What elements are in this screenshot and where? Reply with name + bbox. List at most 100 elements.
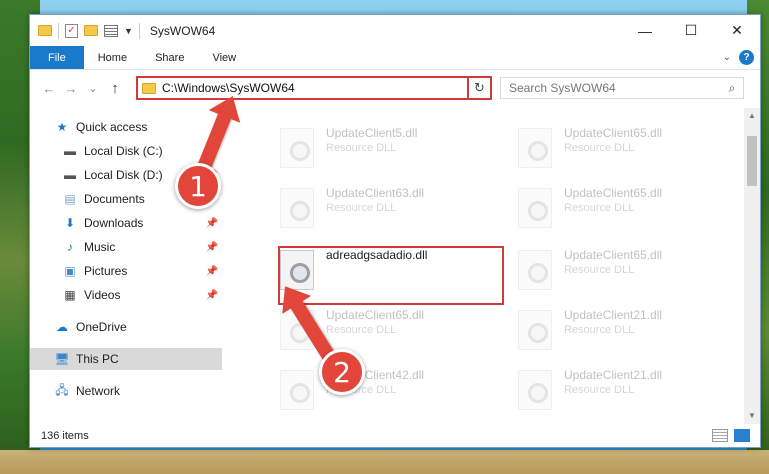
cloud-icon: ☁ xyxy=(56,320,68,334)
file-type: Resource DLL xyxy=(564,324,635,336)
dll-file-icon xyxy=(518,370,552,410)
item-count: 136 items xyxy=(41,430,89,442)
navigation-bar: ← → ⌄ ↑ C:\Windows\SysWOW64 ⌄ ↻ Search S… xyxy=(30,73,760,103)
file-type: Resource DLL xyxy=(564,264,635,276)
list-item[interactable]: UpdateClient5.dll Resource DLL xyxy=(280,124,500,178)
sidebar-item-music[interactable]: ♪ Music 📌 xyxy=(30,236,222,258)
properties-icon[interactable] xyxy=(104,24,118,37)
address-bar[interactable]: C:\Windows\SysWOW64 ⌄ xyxy=(136,76,492,100)
toolbar-separator xyxy=(138,22,140,39)
toolbar-separator xyxy=(58,22,59,39)
quick-access-toolbar: ✓ ▼ xyxy=(30,22,140,39)
list-item[interactable]: UpdateClient21.dll Resource DLL xyxy=(518,306,738,360)
dll-file-icon xyxy=(280,128,314,168)
sidebar-item-local-disk-c[interactable]: ▬ Local Disk (C:) 📌 xyxy=(30,140,222,162)
sidebar-item-network[interactable]: 🖧 Network xyxy=(30,380,222,402)
properties-check-icon[interactable]: ✓ xyxy=(65,23,78,38)
sidebar-item-label: OneDrive xyxy=(76,320,127,334)
scroll-down-icon[interactable]: ▼ xyxy=(744,408,760,424)
list-item[interactable]: UpdateClient21.dll Resource DLL xyxy=(518,366,738,420)
step-1-badge: 1 xyxy=(175,163,221,209)
list-item[interactable]: UpdateClient65.dll Resource DLL xyxy=(518,184,738,238)
drive-icon: ▬ xyxy=(64,144,76,158)
folder-icon xyxy=(142,82,156,94)
file-type: Resource DLL xyxy=(326,142,397,154)
file-type: Resource DLL xyxy=(564,142,635,154)
sidebar-item-label: Local Disk (C:) xyxy=(84,144,163,158)
tab-view[interactable]: View xyxy=(198,46,250,69)
details-view-icon[interactable] xyxy=(712,429,728,442)
expand-ribbon-icon[interactable]: ⌄ xyxy=(723,52,731,63)
window-controls: — ☐ ✕ xyxy=(622,15,760,46)
vertical-scrollbar[interactable]: ▲ ▼ xyxy=(744,108,760,424)
star-icon: ★ xyxy=(56,120,68,134)
step-2-badge: 2 xyxy=(319,349,365,395)
scroll-up-icon[interactable]: ▲ xyxy=(744,108,760,124)
folder-icon xyxy=(38,25,52,36)
file-name: UpdateClient5.dll xyxy=(326,126,418,140)
up-button[interactable]: ↑ xyxy=(104,80,126,97)
sidebar-item-onedrive[interactable]: ☁ OneDrive xyxy=(30,316,222,338)
window-title: SysWOW64 xyxy=(149,23,216,38)
file-type: Resource DLL xyxy=(326,202,397,214)
explorer-window: ✓ ▼ SysWOW64 — ☐ ✕ File Home Share View … xyxy=(29,14,761,448)
file-name: UpdateClient65.dll xyxy=(326,308,425,322)
refresh-icon: ↻ xyxy=(474,80,485,95)
sidebar-item-downloads[interactable]: ⬇ Downloads 📌 xyxy=(30,212,222,234)
sidebar-item-pictures[interactable]: ▣ Pictures 📌 xyxy=(30,260,222,282)
file-name: UpdateClient65.dll xyxy=(564,186,663,200)
sidebar-item-label: Network xyxy=(76,384,121,398)
address-path[interactable]: C:\Windows\SysWOW64 xyxy=(162,81,474,95)
list-item[interactable]: UpdateClient65.dll Resource DLL xyxy=(518,246,738,300)
scrollbar-thumb[interactable] xyxy=(747,136,757,186)
pictures-icon: ▣ xyxy=(64,264,76,278)
help-icon[interactable]: ? xyxy=(739,50,754,65)
sidebar-item-videos[interactable]: ▦ Videos 📌 xyxy=(30,284,222,306)
sidebar-item-label: Downloads xyxy=(84,216,144,230)
documents-icon: ▤ xyxy=(64,192,76,206)
pin-icon: 📌 xyxy=(205,289,218,301)
tab-home[interactable]: Home xyxy=(84,46,141,69)
file-name: UpdateClient63.dll xyxy=(326,186,425,200)
sidebar-item-this-pc[interactable]: 🖥 This PC xyxy=(30,348,222,370)
network-icon: 🖧 xyxy=(55,382,69,397)
ribbon-tabs: File Home Share View ⌄ ? xyxy=(30,46,760,70)
tab-file[interactable]: File xyxy=(30,46,84,69)
dll-file-icon xyxy=(518,250,552,290)
search-box[interactable]: Search SysWOW64 ⌕ xyxy=(500,77,744,99)
list-item[interactable]: UpdateClient63.dll Resource DLL xyxy=(280,184,500,238)
large-icons-view-icon[interactable] xyxy=(734,429,750,442)
sidebar-item-quick-access[interactable]: ★ Quick access xyxy=(30,116,222,138)
refresh-button[interactable]: ↻ xyxy=(467,76,492,100)
sidebar-item-label: This PC xyxy=(76,352,119,366)
minimize-button[interactable]: — xyxy=(622,15,668,46)
recent-locations-button[interactable]: ⌄ xyxy=(82,82,104,95)
music-icon: ♪ xyxy=(67,240,73,254)
list-item[interactable]: UpdateClient65.dll Resource DLL xyxy=(518,124,738,178)
maximize-button[interactable]: ☐ xyxy=(668,15,714,46)
file-name: UpdateClient21.dll xyxy=(564,368,663,382)
list-item[interactable]: UpdateClient42.dll Resource DLL xyxy=(280,366,500,420)
search-icon[interactable]: ⌕ xyxy=(721,81,743,96)
computer-icon: 🖥 xyxy=(54,352,70,366)
file-name: UpdateClient65.dll xyxy=(564,248,663,262)
sidebar-item-label: Local Disk (D:) xyxy=(84,168,163,182)
dll-file-icon xyxy=(518,310,552,350)
back-button[interactable]: ← xyxy=(38,81,60,96)
file-name: UpdateClient65.dll xyxy=(564,126,663,140)
tab-share[interactable]: Share xyxy=(141,46,198,69)
background-sand xyxy=(0,450,769,474)
drive-icon: ▬ xyxy=(64,168,76,182)
search-input[interactable]: Search SysWOW64 xyxy=(501,81,721,95)
sidebar-item-label: Music xyxy=(84,240,116,254)
forward-button[interactable]: → xyxy=(60,81,82,96)
new-folder-icon[interactable] xyxy=(84,25,98,36)
sidebar-item-label: Documents xyxy=(84,192,145,206)
file-type: Resource DLL xyxy=(326,324,397,336)
close-button[interactable]: ✕ xyxy=(714,15,760,46)
customize-dropdown-icon[interactable]: ▼ xyxy=(124,26,133,36)
pin-icon: 📌 xyxy=(205,265,218,277)
status-bar: 136 items xyxy=(30,425,760,447)
pin-icon: 📌 xyxy=(205,217,218,229)
dll-file-icon xyxy=(280,370,314,410)
